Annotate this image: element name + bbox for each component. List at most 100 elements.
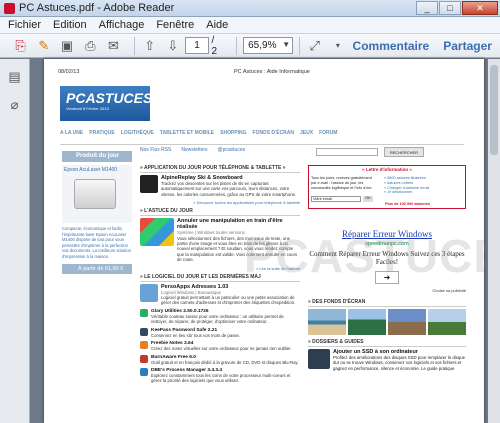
newsletter-links[interactable]: » 5800 astuces illustrées » Astuces Lett… bbox=[384, 176, 464, 195]
menu-fenetre[interactable]: Fenêtre bbox=[156, 19, 194, 31]
update-item[interactable]: Glary Utilities 2.50.0.1726 Véritable cou… bbox=[140, 308, 300, 325]
update-item[interactable]: Freebie Notes 3.64 Créez des notes virtue… bbox=[140, 341, 300, 351]
nav-pratique[interactable]: PRATIQUE bbox=[89, 130, 114, 144]
scrollbar-thumb[interactable] bbox=[490, 65, 498, 155]
update-text: Outil gratuit et en français dédié à la … bbox=[151, 359, 299, 365]
nav-tablette[interactable]: TABLETTE ET MOBILE bbox=[160, 130, 214, 144]
app-item[interactable]: AlpineReplay Ski & Snowboard Trackez vos… bbox=[140, 175, 300, 197]
wallpapers-heading: » DES FONDS D'ÉCRAN bbox=[308, 299, 466, 307]
printer-image bbox=[74, 179, 116, 209]
ssd-thumbnail bbox=[308, 349, 330, 369]
nav-shopping[interactable]: SHOPPING bbox=[220, 130, 246, 144]
menu-aide[interactable]: Aide bbox=[206, 19, 228, 31]
attachment-icon[interactable]: ⌀ bbox=[6, 97, 24, 115]
tip-heading: » L'ASTUCE DU JOUR bbox=[140, 208, 300, 217]
create-pdf-icon[interactable]: ⎘ bbox=[12, 37, 29, 55]
site-search-input[interactable] bbox=[316, 148, 378, 156]
partager-link[interactable]: Partager bbox=[443, 39, 492, 53]
windows-logo-icon bbox=[140, 218, 174, 247]
wallpaper-thumbnail[interactable] bbox=[308, 309, 346, 335]
title-bar: PC Astuces.pdf - Adobe Reader _ □ ✕ bbox=[0, 0, 500, 17]
app-text: Trackez vos descentes sur les pistes de … bbox=[161, 181, 297, 197]
update-icon bbox=[140, 327, 148, 336]
software-text: Logiciel gratuit permettant à un particu… bbox=[161, 295, 296, 306]
update-item[interactable]: BurnAware Free 6.0 Outil gratuit et en fr… bbox=[140, 354, 300, 365]
newsletter-promo: Plus de 100 000 abonnés bbox=[385, 202, 430, 206]
zoom-value: 65,9% bbox=[248, 40, 277, 51]
wallpaper-thumbnail[interactable] bbox=[388, 309, 426, 335]
pdf-page: 08/02/13 PC Astuces : Aide Informatique … bbox=[44, 59, 484, 423]
window-title: PC Astuces.pdf - Adobe Reader bbox=[19, 2, 175, 14]
page-number-input[interactable]: 1 bbox=[185, 37, 209, 54]
pages-panel-icon[interactable]: ▤ bbox=[6, 69, 24, 87]
product-card[interactable]: Epson AcuLaser M1400 bbox=[62, 165, 132, 223]
edit-icon[interactable]: ✎ bbox=[35, 37, 52, 55]
page-total: / 2 bbox=[211, 34, 218, 57]
close-button[interactable]: ✕ bbox=[462, 1, 498, 15]
product-sidebar: Produit du jour Epson AcuLaser M1400 Com… bbox=[62, 151, 132, 423]
nav-forum[interactable]: FORUM bbox=[319, 130, 337, 144]
update-icon bbox=[140, 308, 148, 317]
dossier-item[interactable]: Ajouter un SSD à son ordinateur Profitez… bbox=[308, 349, 466, 371]
update-item[interactable]: KeePass Password Safe 2.21 Conservez en l… bbox=[140, 327, 300, 338]
update-item[interactable]: DBE's Process Manager 3.4.3.4 Explorez co… bbox=[140, 367, 300, 384]
chevron-down-icon[interactable]: ▼ bbox=[282, 40, 290, 49]
toolbar-divider bbox=[134, 36, 136, 55]
apps-heading: » APPLICATION DU JOUR POUR TÉLÉPHONE & T… bbox=[140, 165, 300, 173]
product-of-day-button[interactable]: Produit du jour bbox=[62, 151, 132, 162]
newsletter-box: » Lettre d'information « Tous les jours,… bbox=[308, 165, 466, 209]
logo-date: Vendredi 8 Février 2013 bbox=[66, 106, 109, 111]
more-icon[interactable]: ▾ bbox=[329, 37, 346, 55]
fit-page-icon[interactable]: ⤢ bbox=[306, 37, 323, 55]
page-down-icon[interactable]: ⇩ bbox=[164, 37, 181, 55]
dossiers-section: » DOSSIERS & GUIDES Ajouter un SSD à son… bbox=[308, 339, 466, 371]
update-icon bbox=[140, 367, 148, 376]
commentaire-link[interactable]: Commentaire bbox=[353, 39, 430, 53]
toolbar-divider bbox=[236, 36, 238, 55]
vertical-scrollbar[interactable] bbox=[488, 59, 500, 423]
newsletter-title: » Lettre d'information « bbox=[309, 166, 465, 172]
software-icon bbox=[140, 283, 158, 302]
logo-text: PCASTUCES bbox=[66, 90, 153, 106]
ad-choices-link[interactable]: Choisir sa publicité bbox=[308, 288, 466, 293]
wallpaper-thumbnail[interactable] bbox=[348, 309, 386, 335]
dossiers-heading: » DOSSIERS & GUIDES bbox=[308, 339, 466, 347]
minimize-button[interactable]: _ bbox=[416, 1, 438, 15]
newsletter-email-input[interactable]: Votre email bbox=[311, 196, 361, 202]
zoom-select[interactable]: 65,9% ▼ bbox=[243, 37, 294, 54]
update-icon bbox=[140, 354, 148, 363]
rss-link[interactable]: Nos Flux RSS bbox=[140, 147, 171, 157]
product-description: Compacte, économique et facile, l'imprim… bbox=[62, 226, 131, 259]
price-button[interactable]: À partir de 61,90 € bbox=[62, 263, 132, 274]
menu-affichage[interactable]: Affichage bbox=[99, 19, 145, 31]
nav-fonds-ecran[interactable]: FONDS D'ÉCRAN bbox=[253, 130, 294, 144]
page-up-icon[interactable]: ⇧ bbox=[141, 37, 158, 55]
print-icon[interactable]: ⎙ bbox=[82, 37, 99, 55]
nav-logitheque[interactable]: LOGITHÈQUE bbox=[121, 130, 154, 144]
maximize-button[interactable]: □ bbox=[439, 1, 461, 15]
wallpaper-thumbnail[interactable] bbox=[428, 309, 466, 335]
newsletter-ok-button[interactable]: OK bbox=[363, 196, 373, 202]
wallpaper-gallery bbox=[308, 309, 466, 335]
apps-more-link[interactable]: » Découvrir toutes les applications pour… bbox=[140, 200, 300, 205]
software-item[interactable]: PersoApps Adresses 1.03 Logiciel Windows… bbox=[140, 283, 300, 306]
pcastuces-logo: PCASTUCES Vendredi 8 Février 2013 bbox=[60, 86, 153, 121]
menu-bar: Fichier Edition Affichage Fenêtre Aide bbox=[0, 17, 500, 34]
menu-edition[interactable]: Edition bbox=[53, 19, 87, 31]
nav-a-la-une[interactable]: A LA UNE bbox=[60, 130, 83, 144]
dossier-text: Profitez des améliorations des disques S… bbox=[333, 355, 466, 371]
product-title: Epson AcuLaser M1400 bbox=[64, 167, 118, 173]
update-text: Véritable couteau suisse pour votre ordi… bbox=[151, 313, 284, 325]
twitter-link[interactable]: @pcastuces bbox=[218, 147, 246, 157]
app-thumbnail bbox=[140, 175, 158, 193]
menu-fichier[interactable]: Fichier bbox=[8, 19, 41, 31]
site-nav: A LA UNE PRATIQUE LOGITHÈQUE TABLETTE ET… bbox=[60, 130, 464, 145]
save-icon[interactable]: ▣ bbox=[58, 37, 75, 55]
newsletter-link[interactable]: Newsletters bbox=[181, 147, 207, 157]
nav-jeux[interactable]: JEUX bbox=[300, 130, 313, 144]
search-button[interactable]: RECHERCHER bbox=[384, 147, 424, 157]
email-icon[interactable]: ✉ bbox=[105, 37, 122, 55]
adobe-reader-icon bbox=[4, 2, 15, 14]
print-date: 08/02/13 bbox=[58, 69, 80, 75]
toolbar: ⎘ ✎ ▣ ⎙ ✉ ⇧ ⇩ 1 / 2 65,9% ▼ ⤢ ▾ Commenta… bbox=[0, 34, 500, 58]
